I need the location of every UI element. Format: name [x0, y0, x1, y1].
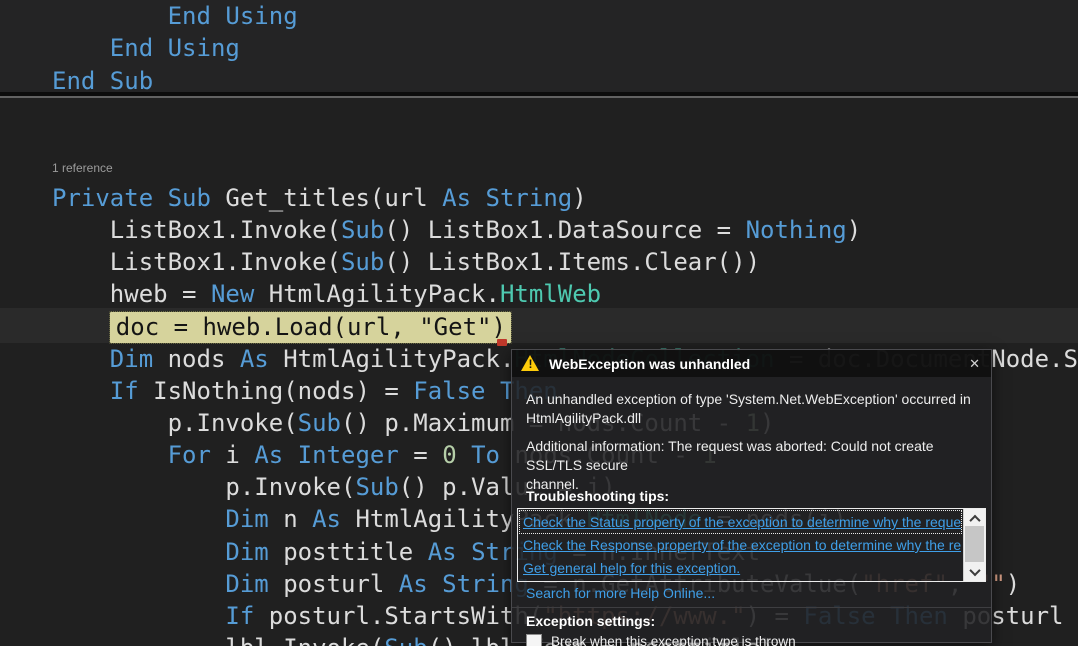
close-icon[interactable]: ✕ — [967, 356, 982, 372]
tip-link[interactable]: Get general help for this exception. — [520, 557, 961, 579]
error-marker-icon — [497, 339, 507, 346]
warning-icon — [521, 355, 540, 372]
code-line: If IsNothing(nods) = False Then — [109, 377, 558, 405]
search-help-online-link[interactable]: Search for more Help Online... — [526, 584, 715, 602]
troubleshooting-tips-list: Check the Status property of the excepti… — [517, 508, 986, 582]
break-checkbox-row[interactable]: Break when this exception type is thrown — [526, 634, 796, 646]
scrollbar-thumb[interactable] — [965, 526, 984, 562]
exception-additional-info: Additional information: The request was … — [526, 438, 934, 492]
tips-scrollbar[interactable] — [963, 509, 985, 581]
highlighted-statement: doc = hweb.Load(url, "Get") — [108, 311, 512, 344]
break-checkbox[interactable] — [526, 634, 542, 646]
code-line: ListBox1.Invoke(Sub() ListBox1.DataSourc… — [52, 216, 862, 244]
tips-links-container: Check the Status property of the excepti… — [518, 509, 963, 581]
code-line: Private Sub Get_titles(url As String) — [52, 184, 587, 212]
tip-link[interactable]: Check the Response property of the excep… — [520, 534, 961, 556]
tip-link[interactable]: Check the Status property of the excepti… — [519, 510, 962, 534]
exception-dialog-titlebar: WebException was unhandled ✕ — [512, 350, 991, 377]
code-line: doc = hweb.Load(url, "Get") — [52, 311, 512, 344]
scroll-up-icon[interactable] — [964, 512, 985, 525]
troubleshooting-tips-label: Troubleshooting tips: — [526, 488, 670, 504]
exception-dialog-body: An unhandled exception of type 'System.N… — [512, 377, 991, 646]
exception-message: An unhandled exception of type 'System.N… — [526, 391, 971, 426]
exception-settings-label: Exception settings: — [526, 613, 656, 629]
exception-dialog-title: WebException was unhandled — [549, 355, 751, 372]
code-line: hweb = New HtmlAgilityPack.HtmlWeb — [52, 280, 602, 308]
code-line: ListBox1.Invoke(Sub() ListBox1.Items.Cle… — [52, 248, 761, 276]
exception-dialog: WebException was unhandled ✕ An unhandle… — [511, 349, 992, 646]
code-editor-screen: End Using End Using End Sub 1 reference P… — [0, 0, 1078, 646]
break-checkbox-label: Break when this exception type is thrown — [551, 634, 796, 646]
dialog-separator — [512, 607, 991, 608]
scroll-down-icon[interactable] — [964, 565, 985, 578]
